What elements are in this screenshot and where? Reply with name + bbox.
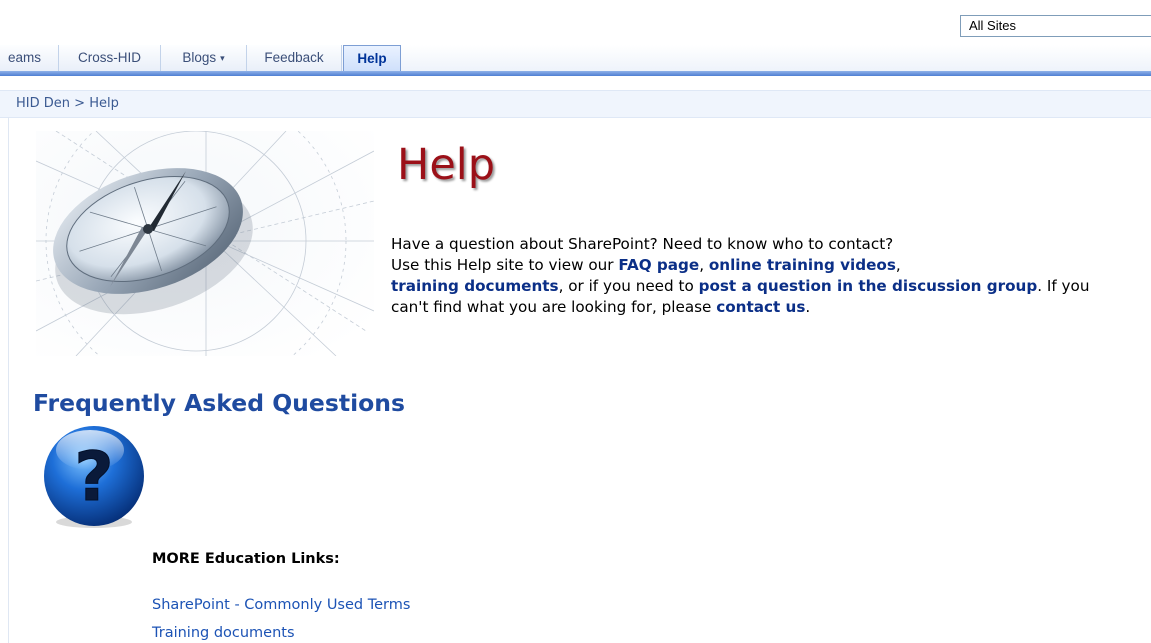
tab-feedback[interactable]: Feedback: [247, 45, 342, 71]
tab-teams[interactable]: eams: [0, 45, 59, 71]
intro-paragraph: Have a question about SharePoint? Need t…: [391, 234, 1111, 318]
tab-label: Help: [357, 51, 387, 66]
discussion-group-link[interactable]: post a question in the discussion group: [699, 277, 1038, 295]
faq-page-link[interactable]: FAQ page: [618, 256, 699, 274]
tab-label: Blogs: [182, 50, 217, 65]
breadcrumb-current: Help: [89, 96, 119, 111]
breadcrumb-separator: >: [74, 96, 86, 111]
intro-text: Use this Help site to view our: [391, 256, 619, 274]
nav-divider: [0, 71, 1151, 76]
search-scope-label: All Sites: [969, 18, 1016, 33]
left-border: [8, 117, 9, 643]
tab-cross-hid[interactable]: Cross-HID: [59, 45, 161, 71]
compass-image: [36, 131, 374, 356]
breadcrumb-bar: HID Den > Help: [0, 90, 1151, 118]
question-mark-icon: ?: [38, 422, 150, 530]
training-documents-link[interactable]: training documents: [391, 277, 559, 295]
chevron-down-icon[interactable]: ▾: [220, 53, 225, 63]
tab-blogs[interactable]: Blogs ▾: [161, 45, 247, 71]
breadcrumb: HID Den > Help: [16, 91, 119, 117]
intro-text: .: [805, 298, 811, 316]
page-title: Help: [397, 140, 496, 190]
contact-us-link[interactable]: contact us: [716, 298, 805, 316]
intro-text: ,: [699, 256, 709, 274]
svg-text:?: ?: [74, 438, 113, 517]
faq-heading: Frequently Asked Questions: [33, 389, 405, 417]
intro-text: , or if you need to: [558, 277, 699, 295]
top-navigation: eams Cross-HID Blogs ▾ Feedback Help: [0, 45, 1151, 71]
training-videos-link[interactable]: online training videos: [709, 256, 896, 274]
intro-text: Have a question about SharePoint? Need t…: [391, 235, 894, 253]
commonly-used-terms-link[interactable]: SharePoint - Commonly Used Terms: [152, 597, 410, 613]
tab-label: eams: [8, 50, 42, 65]
more-education-heading: MORE Education Links:: [152, 551, 340, 567]
tab-label: Feedback: [264, 50, 324, 65]
tab-help[interactable]: Help: [343, 45, 401, 71]
intro-text: ,: [895, 256, 901, 274]
search-scope-dropdown[interactable]: All Sites: [960, 15, 1151, 37]
training-documents-link-2[interactable]: Training documents: [152, 625, 295, 641]
tab-label: Cross-HID: [78, 50, 141, 65]
breadcrumb-link-site[interactable]: HID Den: [16, 96, 70, 111]
